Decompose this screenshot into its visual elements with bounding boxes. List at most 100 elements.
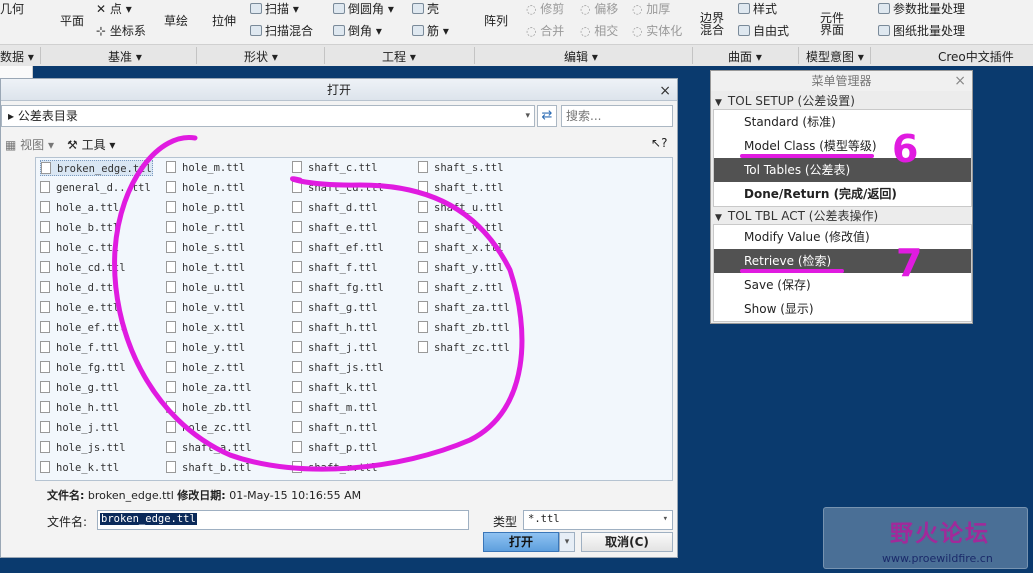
ribbon-solidify-button[interactable]: ◌ 实体化 <box>632 22 682 39</box>
close-icon[interactable]: × <box>954 71 966 91</box>
file-item[interactable]: shaft_v.ttl <box>418 220 504 236</box>
refresh-button[interactable]: ⇄ <box>537 105 557 127</box>
file-item[interactable]: hole_s.ttl <box>166 240 245 256</box>
file-item[interactable]: hole_a.ttl <box>40 200 119 216</box>
file-item[interactable]: hole_y.ttl <box>166 340 245 356</box>
menu-item-tol-tables[interactable]: Tol Tables (公差表) <box>714 158 971 182</box>
ribbon-chamfer-button[interactable]: 倒角 ▾ <box>333 22 382 39</box>
ribbon-rib-button[interactable]: 筋 ▾ <box>412 22 449 39</box>
close-icon[interactable]: × <box>659 80 671 102</box>
ribbon-intersect-button[interactable]: ◌ 相交 <box>580 22 618 39</box>
file-item[interactable]: hole_k.ttl <box>40 460 119 476</box>
file-item[interactable]: shaft_b.ttl <box>166 460 252 476</box>
file-item[interactable]: shaft_zb.ttl <box>418 320 510 336</box>
ribbon-csys-button[interactable]: ⊹ 坐标系 <box>96 22 146 39</box>
section-tol-setup[interactable]: ▼ TOL SETUP (公差设置) <box>715 93 972 109</box>
file-item[interactable]: shaft_z.ttl <box>418 280 504 296</box>
search-input[interactable] <box>561 105 673 127</box>
ribbon-trim-button[interactable]: ◌ 修剪 <box>526 0 564 17</box>
file-item[interactable]: hole_fg.ttl <box>40 360 126 376</box>
group-shapes[interactable]: 形状 ▾ <box>244 48 278 65</box>
file-item[interactable]: shaft_s.ttl <box>418 160 504 176</box>
file-item[interactable]: hole_ef.ttl <box>40 320 126 336</box>
file-item[interactable]: hole_c.ttl <box>40 240 119 256</box>
file-item[interactable]: hole_r.ttl <box>166 220 245 236</box>
file-item[interactable]: shaft_fg.ttl <box>292 280 384 296</box>
ribbon-param-batch-button[interactable]: 参数批量处理 <box>878 0 965 17</box>
ribbon-offset-button[interactable]: ◌ 偏移 <box>580 0 618 17</box>
ribbon-swept-blend-button[interactable]: 扫描混合 <box>250 22 313 39</box>
file-item[interactable]: hole_zb.ttl <box>166 400 252 416</box>
menu-item-modify-value[interactable]: Modify Value (修改值) <box>714 225 971 249</box>
file-item[interactable]: hole_t.ttl <box>166 260 245 276</box>
group-editing[interactable]: 编辑 ▾ <box>564 48 598 65</box>
ribbon-extrude-button[interactable]: 拉伸 <box>212 12 236 29</box>
address-bar[interactable]: ▸ 公差表目录 ▾ <box>1 105 535 127</box>
menu-item-show[interactable]: Show (显示) <box>714 297 971 321</box>
group-model-intent[interactable]: 模型意图 ▾ <box>806 48 864 65</box>
file-item[interactable]: hole_za.ttl <box>166 380 252 396</box>
section-tol-tbl-act[interactable]: ▼ TOL TBL ACT (公差表操作) <box>715 208 972 224</box>
file-item[interactable]: shaft_t.ttl <box>418 180 504 196</box>
group-surfaces[interactable]: 曲面 ▾ <box>728 48 762 65</box>
file-item[interactable]: shaft_d.ttl <box>292 200 378 216</box>
menu-item-done-return[interactable]: Done/Return (完成/返回) <box>714 182 971 206</box>
file-item[interactable]: shaft_k.ttl <box>292 380 378 396</box>
file-item[interactable]: shaft_f.ttl <box>292 260 378 276</box>
ribbon-plane-button[interactable]: 平面 <box>60 12 84 29</box>
file-item[interactable]: hole_v.ttl <box>166 300 245 316</box>
chevron-down-icon[interactable]: ▾ <box>525 106 530 126</box>
file-item[interactable]: hole_j.ttl <box>40 420 119 436</box>
ribbon-sketch-button[interactable]: 草绘 <box>164 12 188 29</box>
file-item[interactable]: hole_m.ttl <box>166 160 245 176</box>
group-engineering[interactable]: 工程 ▾ <box>382 48 416 65</box>
file-item[interactable]: general_d...ttl <box>40 180 151 196</box>
help-button[interactable]: ↖? <box>651 136 667 150</box>
file-item[interactable]: shaft_zc.ttl <box>418 340 510 356</box>
ribbon-shell-button[interactable]: 壳 <box>412 0 439 17</box>
file-item[interactable]: hole_b.ttl <box>40 220 119 236</box>
ribbon-boundary-blend-button[interactable]: 边界混合 <box>700 12 726 36</box>
dialog-title-bar[interactable]: 打开 × <box>1 79 677 101</box>
menu-item-model-class[interactable]: Model Class (模型等级) <box>714 134 971 158</box>
file-item[interactable]: hole_p.ttl <box>166 200 245 216</box>
file-item[interactable]: hole_g.ttl <box>40 380 119 396</box>
file-item[interactable]: hole_e.ttl <box>40 300 119 316</box>
filename-input[interactable]: broken_edge.ttl <box>97 510 469 530</box>
menu-item-retrieve[interactable]: Retrieve (检索) <box>714 249 971 273</box>
file-item[interactable]: shaft_h.ttl <box>292 320 378 336</box>
cancel-button[interactable]: 取消(C) <box>581 532 673 552</box>
file-item[interactable]: shaft_a.ttl <box>166 440 252 456</box>
file-item[interactable]: hole_z.ttl <box>166 360 245 376</box>
ribbon-merge-button[interactable]: ◌ 合并 <box>526 22 564 39</box>
file-item[interactable]: shaft_r.ttl <box>292 460 378 476</box>
file-item[interactable]: shaft_n.ttl <box>292 420 378 436</box>
ribbon-component-interface-button[interactable]: 元件界面 <box>820 12 848 36</box>
file-item[interactable]: hole_js.ttl <box>40 440 126 456</box>
file-item[interactable]: shaft_e.ttl <box>292 220 378 236</box>
file-item[interactable]: hole_f.ttl <box>40 340 119 356</box>
group-datum[interactable]: 基准 ▾ <box>108 48 142 65</box>
open-button[interactable]: 打开 <box>483 532 559 552</box>
file-item[interactable]: shaft_m.ttl <box>292 400 378 416</box>
file-item[interactable]: broken_edge.ttl <box>40 160 153 176</box>
menu-item-save[interactable]: Save (保存) <box>714 273 971 297</box>
file-type-select[interactable]: *.ttl ▾ <box>523 510 673 530</box>
ribbon-style-button[interactable]: 样式 <box>738 0 777 17</box>
ribbon-thicken-button[interactable]: ◌ 加厚 <box>632 0 670 17</box>
file-item[interactable]: shaft_u.ttl <box>418 200 504 216</box>
ribbon-pattern-button[interactable]: 阵列 <box>484 12 508 29</box>
ribbon-drawing-batch-button[interactable]: 图纸批量处理 <box>878 22 965 39</box>
file-item[interactable]: shaft_cd.ttl <box>292 180 384 196</box>
ribbon-round-button[interactable]: 倒圆角 ▾ <box>333 0 394 17</box>
file-item[interactable]: shaft_x.ttl <box>418 240 504 256</box>
menu-manager-title[interactable]: 菜单管理器 × <box>711 71 972 91</box>
ribbon-freestyle-button[interactable]: 自由式 <box>738 22 789 39</box>
file-item[interactable]: shaft_c.ttl <box>292 160 378 176</box>
tools-button[interactable]: ⚒ 工具 ▾ <box>67 136 115 153</box>
file-item[interactable]: hole_n.ttl <box>166 180 245 196</box>
open-options-dropdown[interactable]: ▾ <box>559 532 575 552</box>
file-item[interactable]: hole_u.ttl <box>166 280 245 296</box>
file-item[interactable]: shaft_g.ttl <box>292 300 378 316</box>
ribbon-sweep-button[interactable]: 扫描 ▾ <box>250 0 299 17</box>
